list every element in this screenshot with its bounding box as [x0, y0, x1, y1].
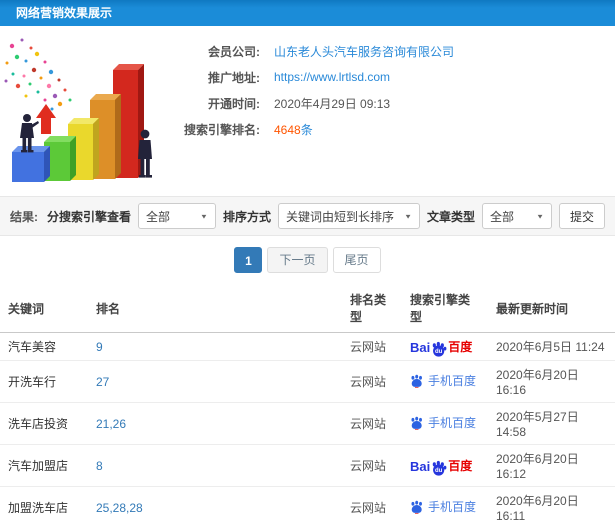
open-time-row: 开通时间: 2020年4月29日 09:13	[168, 90, 454, 116]
table-row: 开洗车行 27 云网站 手机百度 2020年6月20日 16:16	[0, 360, 615, 403]
result-label: 结果:	[10, 209, 38, 224]
promo-url-row: 推广地址: https://www.lrtlsd.com	[168, 64, 454, 90]
table-row: 汽车美容 9 云网站 Bai du 百度 2020年6月5日 11:24	[0, 332, 615, 361]
engine-cell: 手机百度	[402, 486, 488, 520]
next-page-button[interactable]: 下一页	[267, 247, 328, 273]
keyword-cell: 加盟洗车店	[0, 486, 88, 520]
engine-view-selected: 全部	[145, 209, 170, 224]
results-table: 关键词 排名 排名类型 搜索引擎类型 最新更新时间 汽车美容 9 云网站 Bai	[0, 283, 615, 520]
rank-type-cell: 云网站	[342, 332, 402, 361]
engine-cell: 手机百度	[402, 402, 488, 445]
rank-type-cell: 云网站	[342, 444, 402, 487]
baidu-paw-icon: du	[432, 460, 447, 476]
updated-cell: 2020年6月20日 16:16	[488, 360, 615, 403]
chevron-down-icon: ▼	[404, 212, 412, 220]
rank-cell[interactable]: 27	[88, 360, 342, 403]
col-header-rank-type: 排名类型	[342, 283, 402, 333]
company-label: 会员公司:	[208, 44, 260, 59]
svg-text:du: du	[435, 468, 443, 474]
engine-cell: Bai du 百度	[402, 444, 488, 487]
growth-chart-svg	[4, 38, 152, 182]
sort-select[interactable]: 关键词由短到长排序 ▼	[277, 203, 420, 229]
mobile-baidu-paw-icon	[411, 374, 422, 388]
rank-cell[interactable]: 25,28,28	[88, 486, 342, 520]
engine-rank-label: 搜索引擎排名:	[184, 122, 260, 137]
article-type-selected: 全部	[490, 209, 515, 224]
confetti-dots	[4, 38, 72, 111]
page-title: 网络营销效果展示	[16, 6, 113, 20]
mobile-baidu-badge: 手机百度	[410, 414, 476, 431]
col-header-keyword: 关键词	[0, 283, 88, 333]
rank-type-cell: 云网站	[342, 402, 402, 445]
company-row: 会员公司: 山东老人头汽车服务咨询有限公司	[168, 38, 454, 64]
updated-cell: 2020年5月27日 14:58	[488, 402, 615, 445]
rank-cell[interactable]: 9	[88, 332, 342, 361]
page: 网络营销效果展示 会员公司: 山东老人头汽车服务咨询有限公司 推广地址: htt…	[0, 0, 615, 520]
page-header: 网络营销效果展示	[0, 0, 615, 26]
baidu-paw-icon: du	[432, 341, 447, 357]
chevron-down-icon: ▼	[200, 212, 208, 220]
keyword-cell: 汽车美容	[0, 332, 88, 361]
keyword-cell: 汽车加盟店	[0, 444, 88, 487]
rank-type-cell: 云网站	[342, 360, 402, 403]
growth-chart-illustration	[0, 30, 160, 188]
col-header-updated: 最新更新时间	[488, 283, 615, 333]
engine-view-label: 分搜索引擎查看	[46, 209, 131, 224]
mobile-baidu-badge: 手机百度	[410, 498, 476, 515]
table-row: 汽车加盟店 8 云网站 Bai du 百度 2020年6月20日 16:12	[0, 444, 615, 487]
rank-count: 4648	[274, 122, 301, 137]
engine-rank-value: 4648条	[274, 121, 313, 138]
last-page-button[interactable]: 尾页	[332, 247, 381, 273]
updated-cell: 2020年6月20日 16:11	[488, 486, 615, 520]
engine-view-select[interactable]: 全部 ▼	[137, 203, 216, 229]
rank-cell[interactable]: 8	[88, 444, 342, 487]
sort-label: 排序方式	[222, 209, 271, 224]
open-time-value: 2020年4月29日 09:13	[274, 96, 391, 111]
rank-cell[interactable]: 21,26	[88, 402, 342, 445]
mobile-baidu-badge: 手机百度	[410, 372, 476, 389]
svg-text:du: du	[435, 349, 443, 355]
page-number-current[interactable]: 1	[234, 247, 263, 273]
account-info: 会员公司: 山东老人头汽车服务咨询有限公司 推广地址: https://www.…	[168, 38, 454, 142]
filter-bar: 结果: 分搜索引擎查看 全部 ▼ 排序方式 关键词由短到长排序 ▼ 文章类型 全…	[0, 196, 615, 236]
open-time-label: 开通时间:	[208, 96, 260, 111]
mobile-baidu-paw-icon	[411, 500, 422, 514]
baidu-logo: Bai du 百度	[410, 340, 473, 357]
promo-url-label: 推广地址:	[208, 70, 260, 85]
submit-button[interactable]: 提交	[559, 203, 605, 229]
engine-rank-row: 搜索引擎排名: 4648条	[168, 116, 454, 142]
keyword-cell: 开洗车行	[0, 360, 88, 403]
company-link[interactable]: 山东老人头汽车服务咨询有限公司	[274, 43, 454, 60]
info-section: 会员公司: 山东老人头汽车服务咨询有限公司 推广地址: https://www.…	[0, 26, 615, 196]
results-table-body: 汽车美容 9 云网站 Bai du 百度 2020年6月5日 11:24 开洗车…	[0, 332, 615, 520]
col-header-rank: 排名	[88, 283, 342, 333]
updated-cell: 2020年6月5日 11:24	[488, 332, 615, 361]
sort-selected: 关键词由短到长排序	[285, 209, 394, 224]
table-row: 加盟洗车店 25,28,28 云网站 手机百度 2020年6月20日 16:11	[0, 486, 615, 520]
article-type-select[interactable]: 全部 ▼	[482, 203, 552, 229]
rank-unit: 条	[300, 122, 313, 137]
filter-controls: 分搜索引擎查看 全部 ▼ 排序方式 关键词由短到长排序 ▼ 文章类型 全部 ▼ …	[47, 203, 605, 229]
promo-url-link[interactable]: https://www.lrtlsd.com	[274, 70, 390, 84]
table-row: 洗车店投资 21,26 云网站 手机百度 2020年5月27日 14:58	[0, 402, 615, 445]
article-type-label: 文章类型	[426, 209, 475, 224]
col-header-engine-type: 搜索引擎类型	[402, 283, 488, 333]
engine-cell: 手机百度	[402, 360, 488, 403]
mobile-baidu-paw-icon	[411, 416, 422, 430]
baidu-logo: Bai du 百度	[410, 459, 473, 476]
engine-cell: Bai du 百度	[402, 332, 488, 361]
pagination: 1 下一页 尾页	[0, 247, 615, 273]
rank-type-cell: 云网站	[342, 486, 402, 520]
keyword-cell: 洗车店投资	[0, 402, 88, 445]
updated-cell: 2020年6月20日 16:12	[488, 444, 615, 487]
chevron-down-icon: ▼	[536, 212, 544, 220]
table-header-row: 关键词 排名 排名类型 搜索引擎类型 最新更新时间	[0, 283, 615, 333]
